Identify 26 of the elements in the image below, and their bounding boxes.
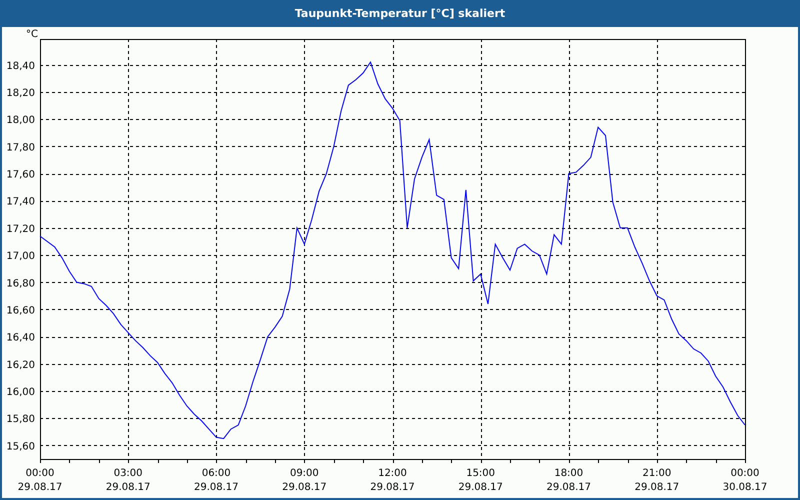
x-tick-label: 12:00 29.08.17 [370, 468, 415, 493]
y-tick-label: 15,80 [6, 414, 35, 426]
y-tick-label: 16,00 [6, 387, 35, 398]
y-tick-label: 18,20 [6, 88, 35, 99]
x-tick-label: 06:00 29.08.17 [194, 468, 239, 493]
x-tick-label: 00:00 29.08.17 [18, 468, 62, 493]
y-tick-label: 16,60 [6, 305, 35, 316]
y-tick-label: 17,60 [6, 170, 35, 181]
y-tick-label: 17,40 [6, 196, 35, 208]
y-tick-label: 17,80 [6, 142, 35, 154]
y-tick-label: 15,60 [6, 441, 35, 452]
x-tick-label: 21:00 29.08.17 [634, 468, 680, 493]
y-tick-label: 17,20 [6, 224, 35, 235]
window-title: Taupunkt-Temperatur [°C] skaliert [294, 7, 506, 20]
x-tick-label: 00:00 30.08.17 [722, 468, 768, 493]
x-tick-label: 09:00 29.08.17 [282, 468, 327, 493]
y-tick-label: 18,40 [6, 60, 35, 72]
y-tick-label: 16,40 [6, 332, 35, 344]
unit-label: °C [26, 29, 38, 40]
y-tick-label: 18,00 [6, 115, 35, 126]
y-tick-label: 17,00 [6, 251, 35, 262]
x-tick-label: 15:00 29.08.17 [458, 468, 503, 493]
x-tick-label: 18:00 29.08.17 [546, 468, 592, 493]
y-tick-label: 16,80 [6, 278, 35, 290]
x-tick-label: 03:00 29.08.17 [106, 468, 150, 493]
y-tick-label: 16,20 [6, 360, 35, 371]
